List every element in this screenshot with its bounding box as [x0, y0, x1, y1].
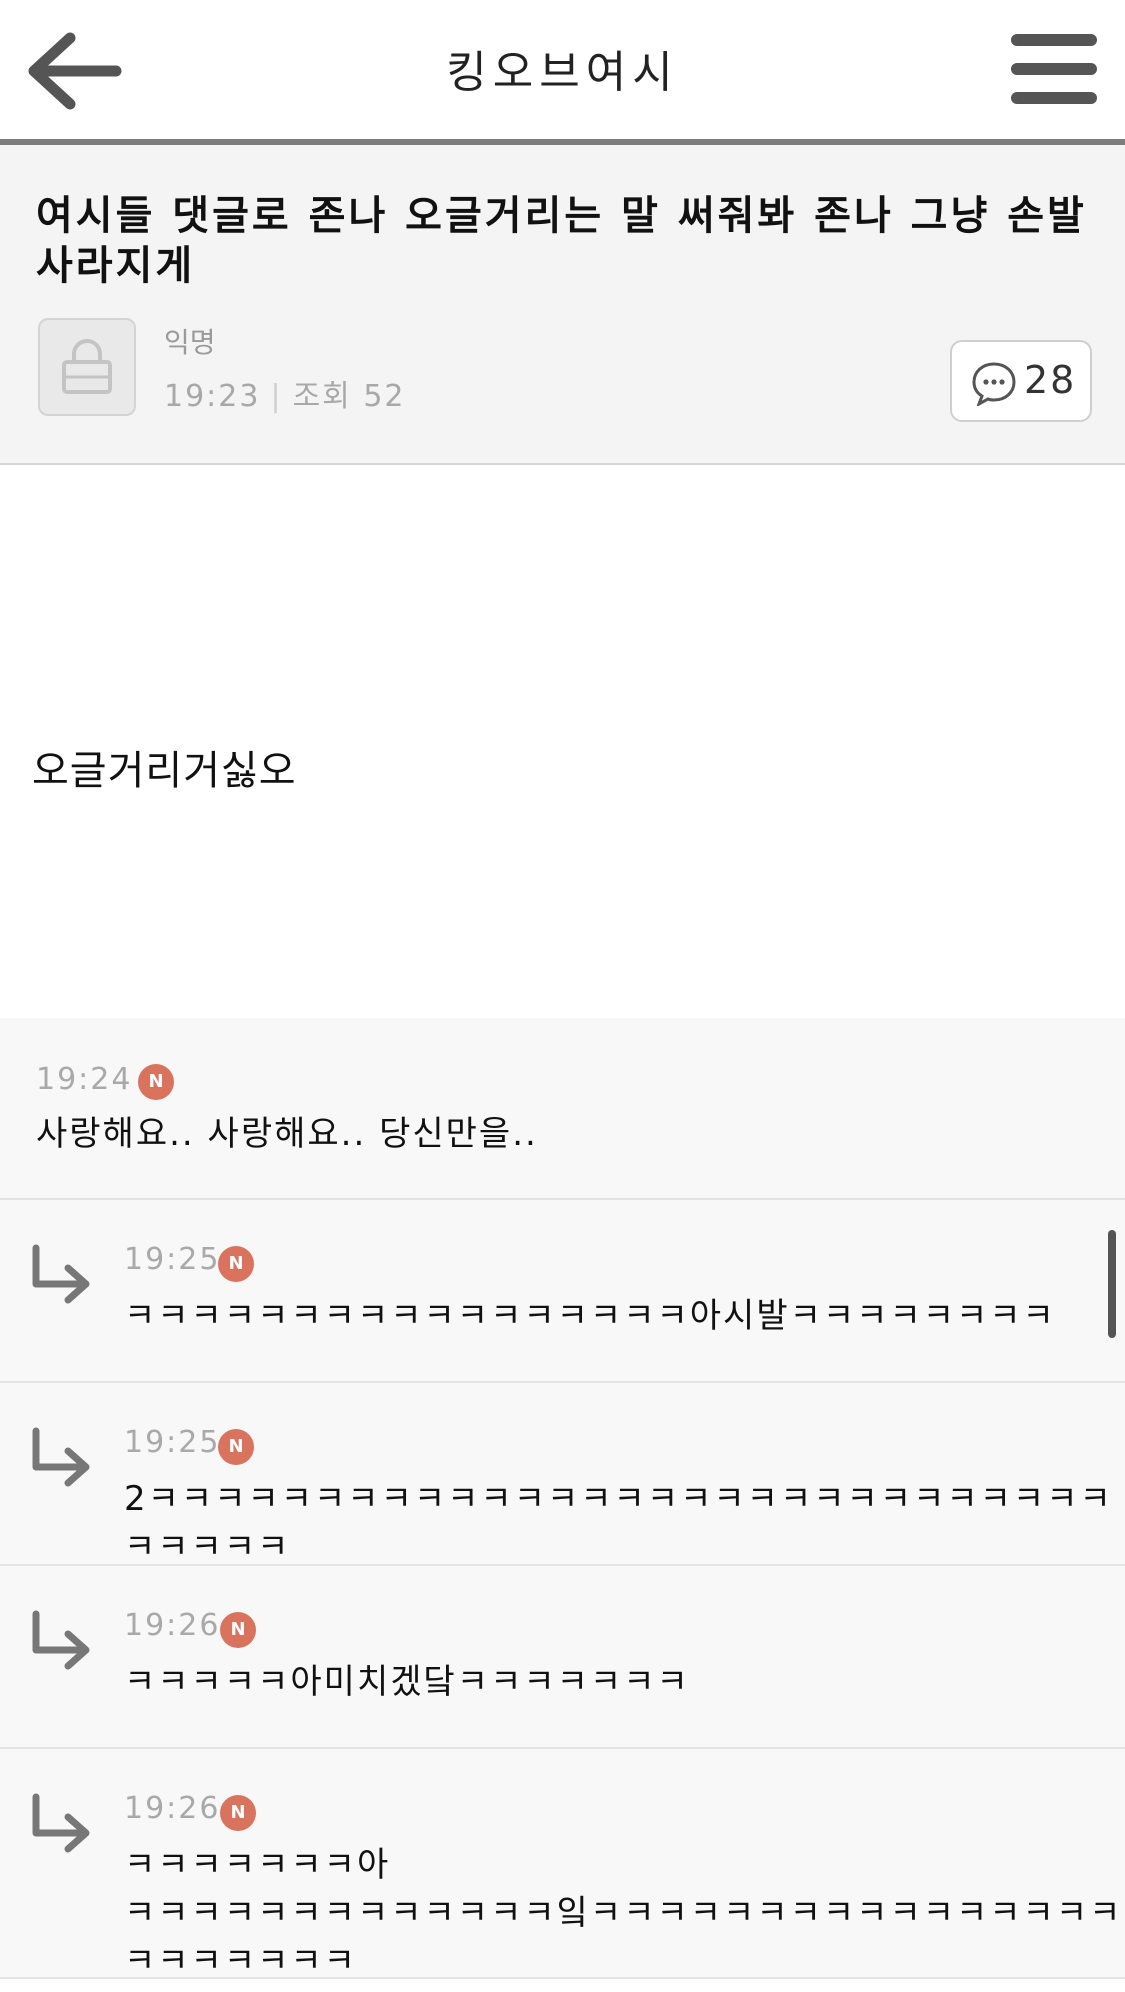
comment-text: 2ㅋㅋㅋㅋㅋㅋㅋㅋㅋㅋㅋㅋㅋㅋㅋㅋㅋㅋㅋㅋㅋㅋㅋㅋㅋㅋㅋㅋㅋㅋㅋㅋㅋㅋ [124, 1479, 1113, 1567]
reply-item[interactable]: 19:26 N ㅋㅋㅋㅋㅋㅋㅋ아 ㅋㅋㅋㅋㅋㅋㅋㅋㅋㅋㅋㅋㅋ잌ㅋㅋㅋㅋㅋㅋㅋㅋㅋ… [0, 1749, 1125, 1981]
post-time: 19:23 [164, 379, 261, 414]
app-title: 킹오브여시 [446, 47, 679, 98]
comment-time: 19:25 [124, 1242, 221, 1277]
reply-arrow-icon [32, 1244, 90, 1304]
menu-line [1011, 63, 1097, 75]
comment-text-line: ㅋㅋㅋㅋㅋㅋㅋㅋㅋㅋㅋㅋㅋ잌ㅋㅋㅋㅋㅋㅋㅋㅋㅋㅋㅋㅋㅋㅋㅋㅋㅋㅋㅋㅋㅋㅋㅋ [124, 1893, 1123, 1981]
comment-text: ㅋㅋㅋㅋㅋ아미치겠닼ㅋㅋㅋㅋㅋㅋㅋ [124, 1662, 690, 1702]
new-badge: N [220, 1612, 256, 1648]
comment-time: 19:26 [124, 1791, 221, 1826]
post-body: 오글거리거싫오 [32, 748, 297, 794]
reply-item[interactable]: 19:25 N ㅋㅋㅋㅋㅋㅋㅋㅋㅋㅋㅋㅋㅋㅋㅋㅋㅋ아시발ㅋㅋㅋㅋㅋㅋㅋㅋ [0, 1200, 1125, 1383]
comment-time: 19:26 [124, 1608, 221, 1643]
top-bar: 킹오브여시 [0, 0, 1125, 145]
author-name: 익명 [164, 326, 216, 359]
reply-arrow-icon [32, 1610, 90, 1670]
comment-count: 28 [1024, 358, 1077, 402]
views-label: 조회 [292, 379, 352, 414]
lock-icon [62, 339, 112, 394]
meta-separator: | [270, 379, 283, 414]
menu-line [1011, 92, 1097, 104]
scrollbar[interactable] [1108, 1230, 1116, 1338]
new-badge: N [218, 1246, 254, 1282]
hamburger-menu-button[interactable] [1011, 34, 1097, 106]
comment-list: 19:24 N 사랑해요.. 사랑해요.. 당신만을.. 19:25 N ㅋㅋㅋ… [0, 1018, 1125, 1981]
reply-item[interactable]: 19:25 N 2ㅋㅋㅋㅋㅋㅋㅋㅋㅋㅋㅋㅋㅋㅋㅋㅋㅋㅋㅋㅋㅋㅋㅋㅋㅋㅋㅋㅋㅋㅋㅋ… [0, 1383, 1125, 1567]
new-badge: N [220, 1795, 256, 1831]
reply-arrow-icon [32, 1427, 90, 1487]
comment-text: 사랑해요.. 사랑해요.. 당신만을.. [36, 1114, 538, 1154]
views-count: 52 [363, 379, 406, 414]
comment-time: 19:24 [36, 1062, 133, 1097]
reply-arrow-icon [32, 1793, 90, 1853]
comment-item[interactable]: 19:24 N 사랑해요.. 사랑해요.. 당신만을.. [0, 1018, 1125, 1200]
speech-bubble-icon [972, 362, 1016, 406]
post-title: 여시들 댓글로 존나 오글거리는 말 써줘봐 존나 그냥 손발 사라지게 [36, 193, 1087, 289]
comment-time: 19:25 [124, 1425, 221, 1460]
new-badge: N [138, 1064, 174, 1100]
hamburger-menu-icon [1011, 34, 1097, 46]
avatar [38, 318, 136, 416]
comment-text: ㅋㅋㅋㅋㅋㅋㅋㅋㅋㅋㅋㅋㅋㅋㅋㅋㅋ아시발ㅋㅋㅋㅋㅋㅋㅋㅋ [124, 1296, 1056, 1336]
new-badge: N [218, 1429, 254, 1465]
comment-text-line: ㅋㅋㅋㅋㅋㅋㅋ아 [124, 1845, 391, 1885]
comment-count-button[interactable]: 28 [950, 340, 1092, 422]
post-meta: 19:23 | 조회 52 [164, 371, 406, 415]
reply-item[interactable]: 19:26 N ㅋㅋㅋㅋㅋ아미치겠닼ㅋㅋㅋㅋㅋㅋㅋ [0, 1566, 1125, 1749]
